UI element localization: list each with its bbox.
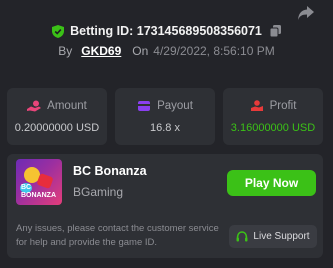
game-thumbnail-logo: BC BONANZA [21, 184, 56, 199]
on-label: On [132, 44, 149, 58]
stat-label: Profit [269, 99, 297, 112]
amount-icon [27, 100, 42, 111]
game-provider: BGaming [73, 185, 124, 199]
payout-icon [138, 100, 151, 111]
headset-icon [236, 230, 248, 241]
share-icon[interactable] [297, 5, 315, 21]
stat-payout: Payout 16.8 x [115, 88, 215, 145]
game-card: BC BONANZA BC Bonanza BGaming Play Now A… [7, 154, 323, 258]
username-link[interactable]: GKD69 [81, 44, 121, 58]
betting-id-row: Betting ID: 173145689508356071 [0, 24, 333, 38]
live-support-button[interactable]: Live Support [229, 225, 317, 248]
betting-id: Betting ID: 173145689508356071 [70, 24, 262, 38]
stat-value: 3.16000000 USD [230, 121, 316, 134]
bet-datetime: 4/29/2022, 8:56:10 PM [153, 44, 275, 58]
stat-label: Amount [47, 99, 87, 112]
copy-icon[interactable] [269, 25, 281, 37]
support-notice: Any issues, please contact the customer … [16, 223, 219, 248]
bet-meta-row: By GKD69 On 4/29/2022, 8:56:10 PM [0, 44, 333, 58]
stat-amount: Amount 0.20000000 USD [7, 88, 107, 145]
profit-icon [250, 99, 263, 111]
play-now-button[interactable]: Play Now [227, 170, 316, 196]
game-title[interactable]: BC Bonanza [73, 164, 147, 178]
stat-label: Payout [157, 99, 193, 112]
game-thumbnail[interactable]: BC BONANZA [16, 159, 62, 205]
bet-stats: Amount 0.20000000 USD Payout 16.8 x Prof… [7, 88, 323, 145]
stat-value: 16.8 x [150, 121, 180, 134]
shield-check-icon [52, 24, 65, 38]
live-support-label: Live Support [253, 231, 310, 242]
stat-profit: Profit 3.16000000 USD [223, 88, 323, 145]
by-label: By [58, 44, 73, 58]
stat-value: 0.20000000 USD [14, 121, 100, 134]
